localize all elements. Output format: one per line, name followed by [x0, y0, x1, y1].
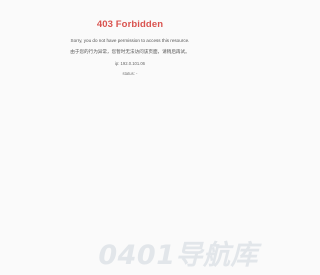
client-ip: ip: 192.0.101.06 [114, 61, 146, 66]
error-message-cn: 由于您的行为异常，您暂时无法访问该页面，请稍后再试。 [70, 49, 190, 54]
status-line: status: - [122, 71, 138, 76]
site-watermark-logo: 0401导航库 [98, 240, 258, 271]
error-page: 403 Forbidden Sorry, you do not have per… [0, 0, 260, 275]
error-message-en: Sorry, you do not have permission to acc… [70, 38, 190, 43]
error-title: 403 Forbidden [96, 19, 164, 30]
